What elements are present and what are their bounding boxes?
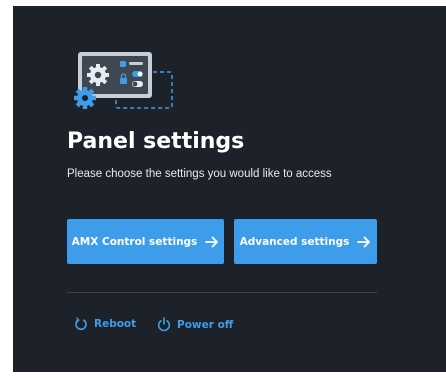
settings-illustration-icon xyxy=(74,52,173,109)
settings-panel: Panel settings Please choose the setting… xyxy=(13,6,446,372)
advanced-settings-button[interactable]: Advanced settings xyxy=(234,219,377,264)
page-subtitle: Please choose the settings you would lik… xyxy=(67,168,332,180)
reboot-icon xyxy=(74,317,88,331)
power-icon xyxy=(157,317,171,332)
arrow-right-icon xyxy=(205,236,219,248)
reboot-label: Reboot xyxy=(94,318,137,330)
power-off-button[interactable]: Power off xyxy=(157,317,233,332)
divider xyxy=(67,292,377,293)
amx-control-settings-label: AMX Control settings xyxy=(71,235,198,248)
page-title: Panel settings xyxy=(67,129,245,154)
reboot-button[interactable]: Reboot xyxy=(74,317,136,331)
power-off-label: Power off xyxy=(177,318,234,331)
advanced-settings-label: Advanced settings xyxy=(239,235,350,248)
arrow-right-icon xyxy=(357,236,371,248)
amx-control-settings-button[interactable]: AMX Control settings xyxy=(67,219,224,264)
